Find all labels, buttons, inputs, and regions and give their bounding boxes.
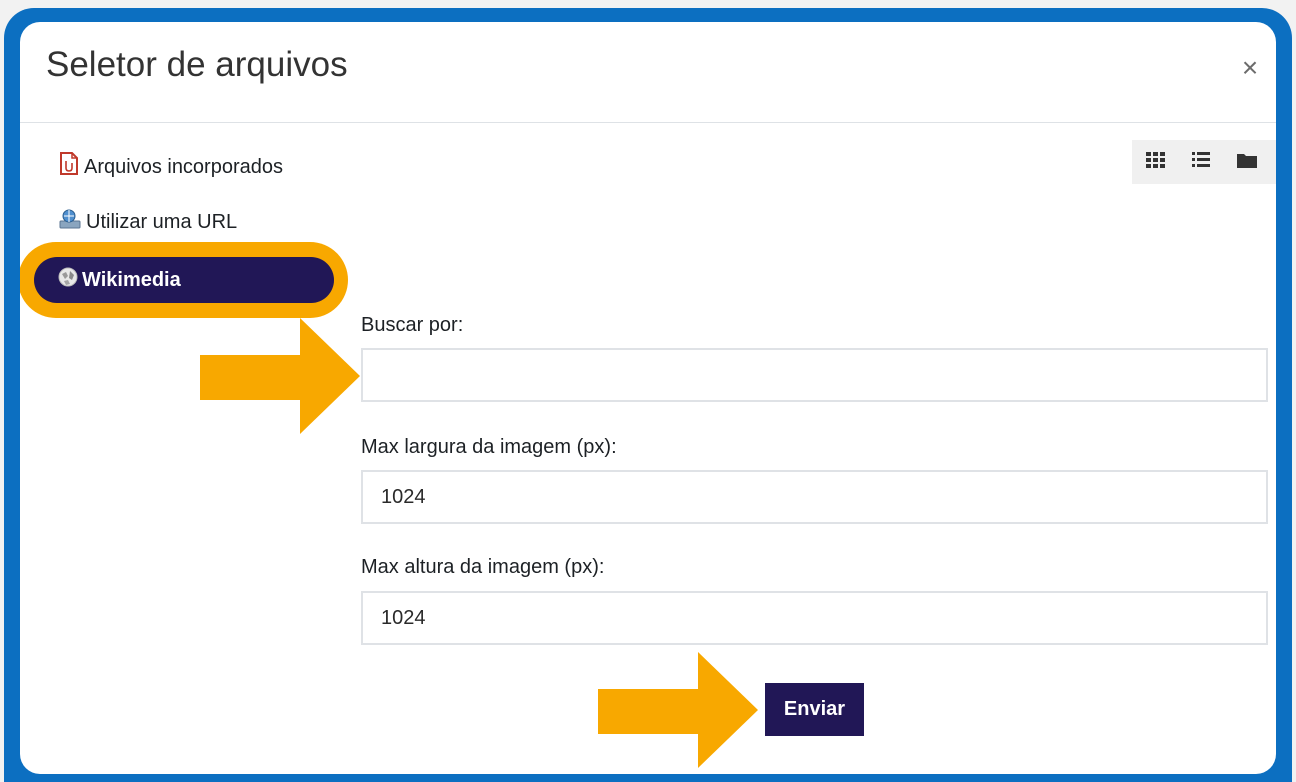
folder-icon bbox=[1236, 151, 1258, 174]
search-label: Buscar por: bbox=[361, 314, 464, 336]
view-toolbar bbox=[1132, 140, 1276, 184]
max-height-label: Max altura da imagem (px): bbox=[361, 556, 605, 578]
tree-view-button[interactable] bbox=[1224, 140, 1270, 184]
repo-item-label: Wikimedia bbox=[82, 268, 181, 291]
url-download-icon bbox=[58, 208, 82, 236]
wikimedia-globe-icon bbox=[58, 267, 78, 293]
repo-item-label: Utilizar uma URL bbox=[86, 210, 238, 233]
repo-item-label: Arquivos incorporados bbox=[84, 155, 283, 178]
dialog-header: Seletor de arquivos × bbox=[20, 22, 1276, 123]
grid-icon bbox=[1145, 151, 1165, 174]
max-height-input[interactable] bbox=[361, 591, 1268, 645]
arrow-to-search-icon bbox=[200, 318, 360, 434]
list-view-button[interactable] bbox=[1178, 140, 1224, 184]
list-icon bbox=[1191, 151, 1211, 174]
max-width-label: Max largura da imagem (px): bbox=[361, 436, 617, 458]
arrow-to-submit-icon bbox=[598, 652, 758, 768]
repo-item-url[interactable]: Utilizar uma URL bbox=[58, 208, 237, 236]
dialog-title: Seletor de arquivos bbox=[46, 45, 348, 84]
close-button[interactable]: × bbox=[1236, 54, 1264, 82]
repo-item-wikimedia[interactable]: Wikimedia bbox=[34, 257, 334, 303]
max-width-input[interactable] bbox=[361, 470, 1268, 524]
icon-view-button[interactable] bbox=[1132, 140, 1178, 184]
embedded-files-icon bbox=[58, 152, 80, 182]
repo-item-embedded-files[interactable]: Arquivos incorporados bbox=[58, 152, 283, 182]
search-input[interactable] bbox=[361, 348, 1268, 402]
submit-button[interactable]: Enviar bbox=[765, 683, 864, 736]
